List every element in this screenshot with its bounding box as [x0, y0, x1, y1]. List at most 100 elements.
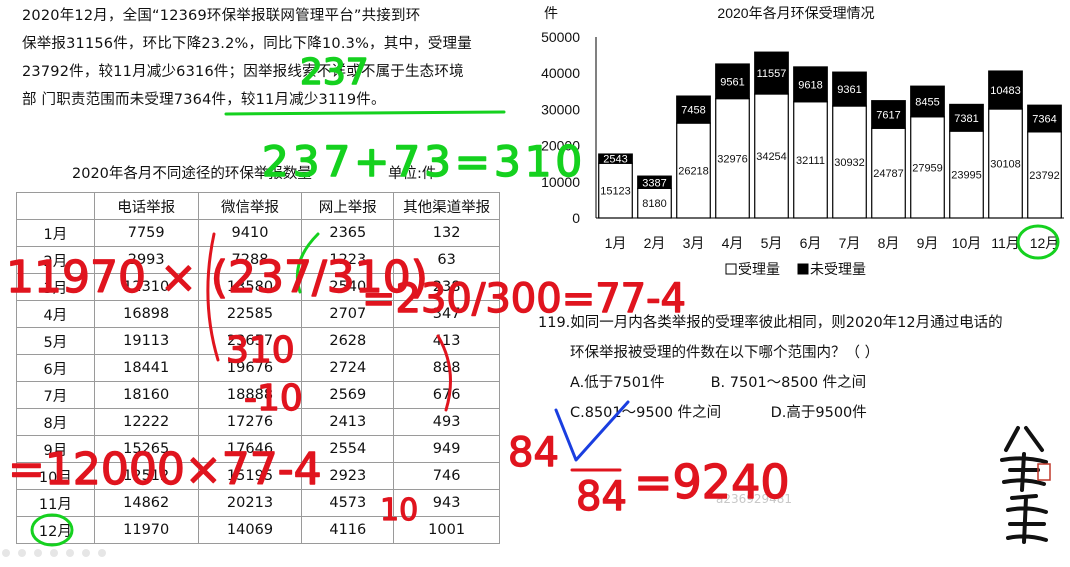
cell: 22585	[197, 300, 303, 328]
legend-swatch-unaccepted	[797, 263, 809, 275]
table-title: 2020年各月不同途径的环保举报数量	[72, 166, 312, 182]
cell: 2569	[301, 381, 395, 409]
cell: 20213	[197, 489, 303, 517]
table-row: 10月 12512 15195 2923 746	[16, 462, 500, 490]
cell: 888	[393, 354, 500, 382]
handwritten-84-bottom: 84	[576, 474, 627, 520]
cell: 2554	[301, 435, 395, 463]
legend-swatch-accepted	[725, 263, 737, 275]
x-tick-label: 2月	[644, 235, 666, 251]
cell: 19113	[93, 327, 199, 355]
option-a[interactable]: A.低于7501件	[570, 368, 706, 398]
table-row: 9月 15265 17646 2554 949	[16, 435, 500, 463]
question-stem: 119.如同一月内各类举报的受理率彼此相同，则2020年12月通过电话的	[538, 315, 1003, 331]
cell: 2724	[301, 354, 395, 382]
cell: 676	[393, 381, 500, 409]
x-tick-label: 11月	[991, 235, 1020, 251]
x-tick-label: 8月	[878, 235, 900, 251]
x-tick-label: 1月	[605, 235, 627, 251]
table-row: 3月 12310 13580 2540 238	[16, 273, 500, 301]
table-row: 12月 11970 14069 4116 1001	[16, 516, 500, 544]
cell: 493	[393, 408, 500, 436]
data-label-accepted: 23995	[951, 170, 982, 182]
paragraph-line: 23792件，较11月减少6316件；因举报线索不详或不属于生态环境	[22, 64, 464, 80]
y-tick-label: 20000	[541, 138, 580, 154]
cell: 10月	[16, 462, 95, 490]
y-tick-label: 10000	[541, 174, 580, 190]
cell: 4116	[301, 516, 395, 544]
cell: 17646	[197, 435, 303, 463]
cell: 3月	[16, 273, 95, 301]
watermark: a236929481	[716, 492, 793, 506]
header-cell: 其他渠道举报	[393, 192, 500, 220]
header-cell: 微信举报	[197, 192, 303, 220]
y-tick-label: 0	[572, 210, 580, 226]
data-label-unaccepted: 9361	[837, 84, 861, 96]
cell: 4月	[16, 300, 95, 328]
brand-logo	[1000, 426, 1051, 544]
x-tick-label: 6月	[800, 235, 822, 251]
player-controls[interactable]	[0, 546, 130, 560]
y-axis-label: 件	[544, 5, 558, 21]
data-label-unaccepted: 11557	[757, 68, 787, 80]
cell: 63	[393, 246, 500, 274]
cell: 2413	[301, 408, 395, 436]
table-row: 5月 19113 23657 2628 413	[16, 327, 500, 355]
table-row: 4月 16898 22585 2707 347	[16, 300, 500, 328]
cell: 238	[393, 273, 500, 301]
y-tick-label: 50000	[541, 29, 580, 45]
option-b[interactable]: B. 7501～8500 件之间	[711, 368, 867, 398]
option-d[interactable]: D.高于9500件	[771, 398, 867, 428]
table-unit: 单位:件	[388, 166, 437, 182]
paragraph-line: 保举报31156件，环比下降23.2%，同比下降10.3%，其中，受理量	[22, 36, 472, 52]
header-cell: 电话举报	[93, 192, 199, 220]
paragraph-line: 2020年12月，全国“12369环保举报联网管理平台”共接到环	[22, 8, 421, 24]
cell: 9月	[16, 435, 95, 463]
legend-label-accepted: 受理量	[738, 261, 780, 277]
data-label-unaccepted: 7617	[876, 109, 900, 121]
options-row: C.8501～9500 件之间 D.高于9500件	[538, 398, 1003, 428]
cell: 943	[393, 489, 500, 517]
cell: 17276	[197, 408, 303, 436]
report-table: 电话举报 微信举报 网上举报 其他渠道举报 1月 7759 9410 2365 132 …	[16, 192, 500, 544]
x-tick-label: 9月	[917, 235, 939, 251]
data-label-accepted: 23792	[1029, 170, 1060, 182]
cell: 14862	[93, 489, 199, 517]
cell: 4573	[301, 489, 395, 517]
cell: 2月	[16, 246, 95, 274]
data-label-unaccepted: 7458	[681, 105, 705, 117]
x-tick-label: 7月	[839, 235, 861, 251]
x-tick-label: 12月	[1030, 235, 1060, 251]
header-cell: 网上举报	[301, 192, 395, 220]
x-tick-label: 5月	[761, 235, 783, 251]
x-tick-label: 10月	[952, 235, 982, 251]
cell: 132	[393, 219, 500, 247]
option-c[interactable]: C.8501～9500 件之间	[570, 398, 766, 428]
cell: 11月	[16, 489, 95, 517]
cell: 12512	[93, 462, 199, 490]
chart-svg: 2020年各月环保受理情况 件 0 10000 20000 30000 40000 50000…	[541, 5, 1064, 277]
cell: 13580	[197, 273, 303, 301]
table-row: 7月 18160 18888 2569 676	[16, 381, 500, 409]
cell: 15265	[93, 435, 199, 463]
cell: 1223	[301, 246, 395, 274]
problem-paragraph: 2020年12月，全国“12369环保举报联网管理平台”共接到环 保举报3115…	[22, 2, 500, 114]
cell: 9410	[197, 219, 303, 247]
cell: 1001	[393, 516, 500, 544]
cell: 1月	[16, 219, 95, 247]
chart-title: 2020年各月环保受理情况	[717, 5, 874, 21]
y-tick-label: 40000	[541, 65, 580, 81]
cell: 2540	[301, 273, 395, 301]
cell: 12310	[93, 273, 199, 301]
cell: 12月	[16, 516, 95, 544]
data-label-unaccepted: 8455	[915, 96, 939, 108]
cell: 2993	[93, 246, 199, 274]
paragraph-line: 部 门职责范围而未受理7364件，较11月减少3119件。	[22, 92, 386, 108]
data-label-accepted: 27959	[912, 162, 943, 174]
stacked-bar-chart: 2020年各月环保受理情况 件 0 10000 20000 30000 40000 50000…	[534, 0, 1070, 290]
data-label-accepted: 26218	[678, 166, 709, 178]
header-cell	[16, 192, 95, 220]
cell: 15195	[197, 462, 303, 490]
table-header-row: 电话举报 微信举报 网上举报 其他渠道举报	[16, 192, 500, 220]
cell: 7288	[197, 246, 303, 274]
